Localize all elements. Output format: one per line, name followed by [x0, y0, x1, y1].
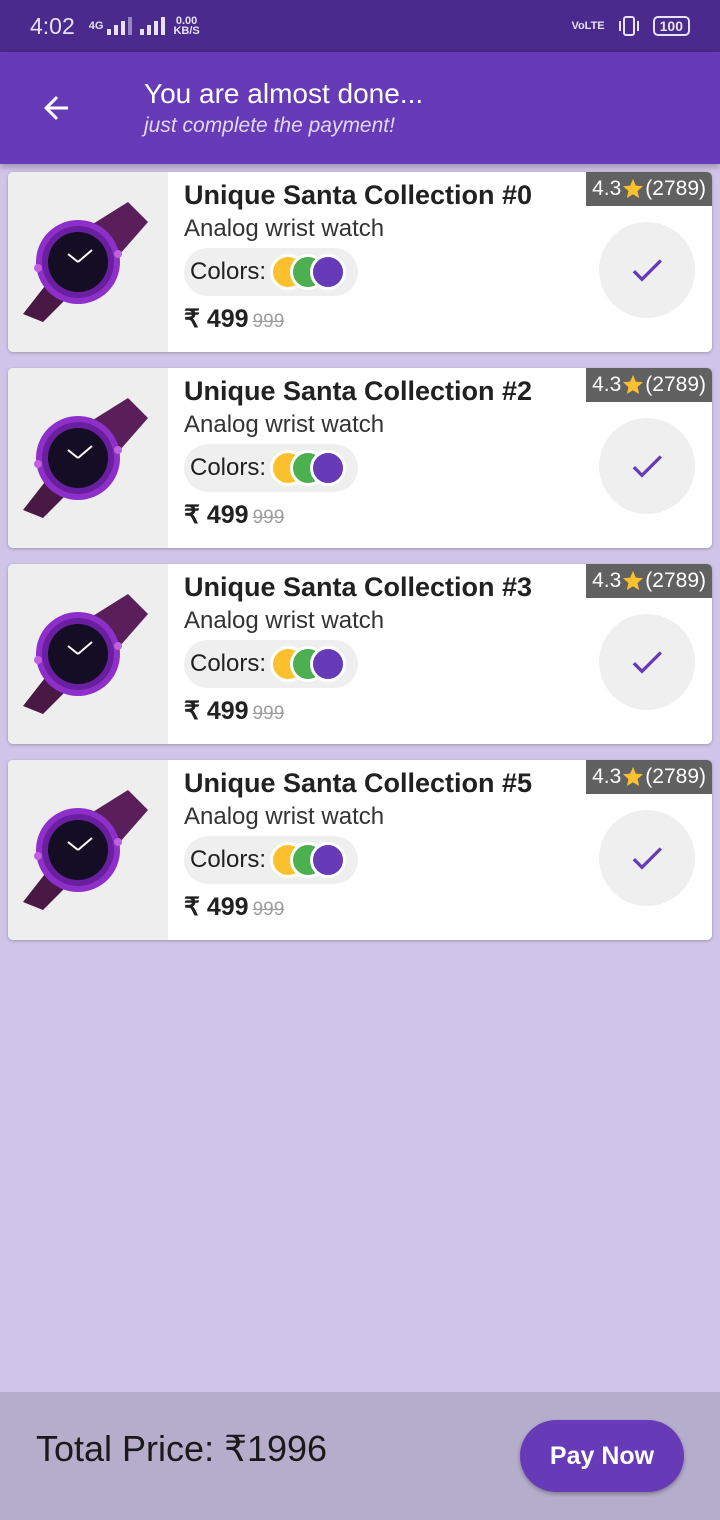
current-price: ₹ 499: [184, 893, 249, 921]
pay-now-button[interactable]: Pay Now: [520, 1420, 684, 1492]
product-name: Unique Santa Collection #3: [184, 572, 533, 602]
check-icon: [632, 651, 662, 674]
check-icon: [632, 455, 662, 478]
color-options[interactable]: Colors:: [184, 640, 358, 688]
color-swatches: [270, 254, 350, 290]
product-card[interactable]: Unique Santa Collection #0 Analog wrist …: [8, 172, 712, 352]
page-title: You are almost done...: [144, 78, 424, 109]
rating-badge: 4.3 (2789): [586, 760, 712, 794]
color-swatch-purple[interactable]: [310, 450, 347, 486]
product-description: Analog wrist watch: [184, 803, 385, 830]
product-thumbnail: [8, 368, 168, 548]
arrow-back-icon: [44, 96, 68, 120]
rating-badge: 4.3 (2789): [586, 172, 712, 206]
product-price: ₹ 499 999: [184, 892, 284, 922]
star-icon: [623, 375, 644, 394]
rating-value: 4.3: [592, 765, 622, 788]
colors-label: Colors:: [190, 454, 267, 481]
app-bar: You are almost done... just complete the…: [0, 52, 720, 164]
color-options[interactable]: Colors:: [184, 836, 358, 884]
colors-label: Colors:: [190, 846, 267, 873]
network-type: 4G: [88, 20, 104, 32]
colors-label: Colors:: [190, 258, 267, 285]
current-price: ₹ 499: [184, 305, 249, 333]
review-count: (2789): [645, 765, 706, 788]
select-toggle[interactable]: [599, 810, 695, 906]
color-swatches: [270, 646, 350, 682]
product-name: Unique Santa Collection #2: [184, 376, 533, 406]
product-price: ₹ 499 999: [184, 500, 284, 530]
star-icon: [623, 767, 644, 786]
vibrate-icon: [615, 15, 643, 37]
review-count: (2789): [645, 569, 706, 592]
watch-image: [23, 790, 148, 910]
color-options[interactable]: Colors:: [184, 444, 358, 492]
checkout-footer: Total Price: ₹1996 Pay Now: [0, 1392, 720, 1520]
product-price: ₹ 499 999: [184, 696, 284, 726]
color-options[interactable]: Colors:: [184, 248, 358, 296]
product-name: Unique Santa Collection #0: [184, 180, 533, 210]
status-bar: 4:02 4G 0.00 KB/S VoLTE 100: [0, 0, 720, 52]
volte-icon: VoLTE: [571, 19, 605, 32]
product-name: Unique Santa Collection #5: [184, 768, 533, 798]
color-swatches: [270, 450, 350, 486]
watch-image: [23, 594, 148, 714]
signal-icon: [107, 17, 133, 35]
rating-badge: 4.3 (2789): [586, 368, 712, 402]
original-price: 999: [252, 899, 285, 920]
total-price: Total Price: ₹1996: [36, 1428, 328, 1469]
data-speed-unit: KB/S: [173, 25, 200, 37]
select-toggle[interactable]: [599, 222, 695, 318]
current-price: ₹ 499: [184, 697, 249, 725]
product-card[interactable]: Unique Santa Collection #3 Analog wrist …: [8, 564, 712, 744]
check-icon: [632, 259, 662, 282]
select-toggle[interactable]: [599, 418, 695, 514]
review-count: (2789): [645, 177, 706, 200]
rating-value: 4.3: [592, 373, 622, 396]
original-price: 999: [252, 507, 285, 528]
watch-image: [23, 202, 148, 322]
rating-badge: 4.3 (2789): [586, 564, 712, 598]
product-thumbnail: [8, 172, 168, 352]
color-swatch-purple[interactable]: [310, 254, 347, 290]
original-price: 999: [252, 703, 285, 724]
back-button[interactable]: [28, 80, 84, 136]
watch-image: [23, 398, 148, 518]
color-swatch-purple[interactable]: [310, 842, 347, 878]
color-swatches: [270, 842, 350, 878]
product-card[interactable]: Unique Santa Collection #2 Analog wrist …: [8, 368, 712, 548]
star-icon: [623, 179, 644, 198]
review-count: (2789): [645, 373, 706, 396]
current-price: ₹ 499: [184, 501, 249, 529]
select-toggle[interactable]: [599, 614, 695, 710]
original-price: 999: [252, 311, 285, 332]
page-subtitle: just complete the payment!: [144, 114, 395, 137]
product-description: Analog wrist watch: [184, 411, 385, 438]
product-price: ₹ 499 999: [184, 304, 284, 334]
color-swatch-purple[interactable]: [310, 646, 347, 682]
product-description: Analog wrist watch: [184, 607, 385, 634]
product-card[interactable]: Unique Santa Collection #5 Analog wrist …: [8, 760, 712, 940]
product-thumbnail: [8, 564, 168, 744]
battery-icon: 100: [652, 16, 690, 36]
check-icon: [632, 847, 662, 870]
status-time: 4:02: [30, 12, 75, 39]
rating-value: 4.3: [592, 569, 622, 592]
colors-label: Colors:: [190, 650, 267, 677]
product-list: Unique Santa Collection #0 Analog wrist …: [8, 172, 712, 956]
data-speed: 0.00 KB/S: [173, 16, 200, 37]
product-thumbnail: [8, 760, 168, 940]
star-icon: [623, 571, 644, 590]
product-description: Analog wrist watch: [184, 215, 385, 242]
signal-icon-2: [140, 17, 166, 35]
rating-value: 4.3: [592, 177, 622, 200]
